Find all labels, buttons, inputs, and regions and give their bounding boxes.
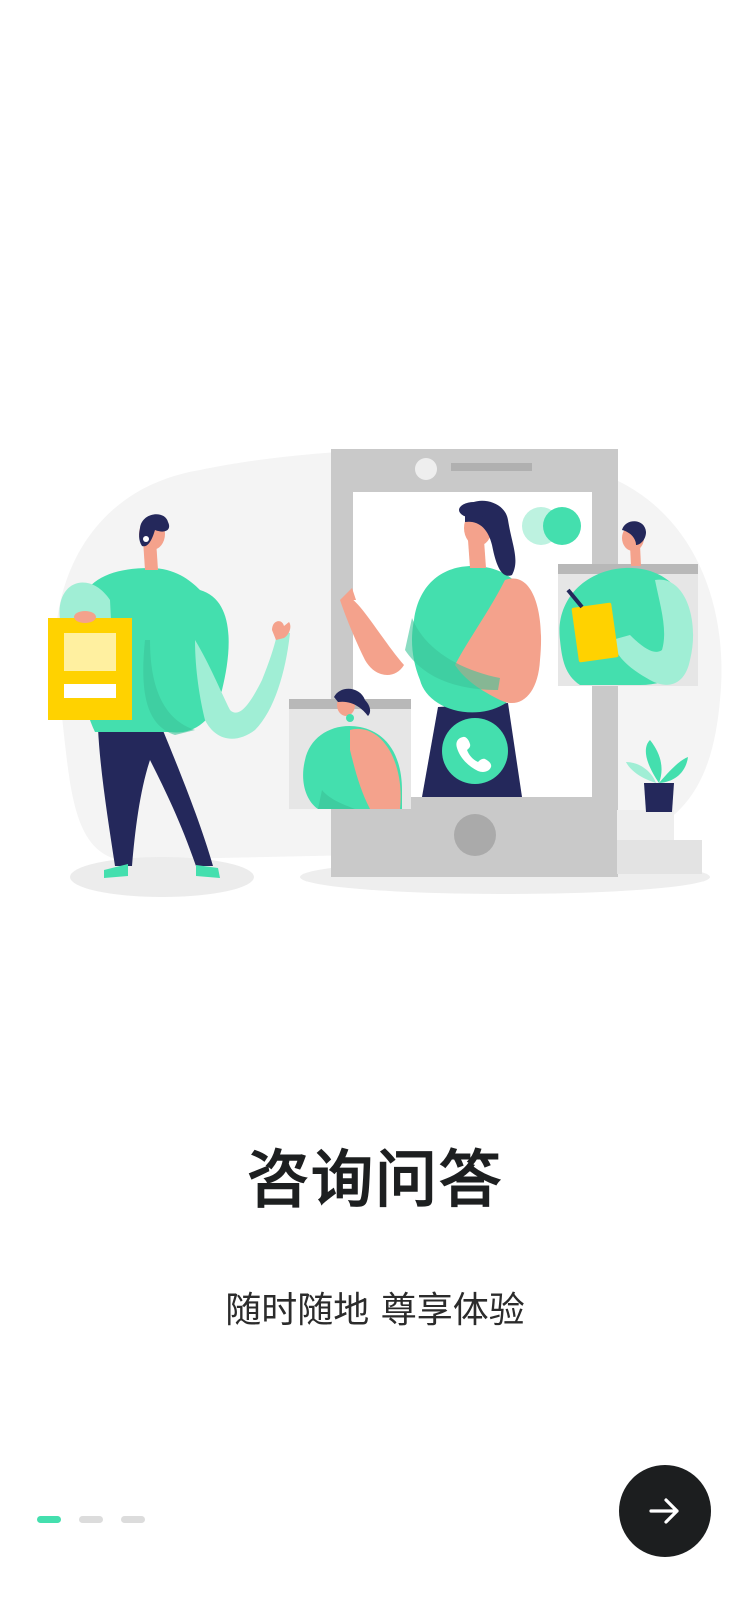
page-title: 咨询问答 <box>246 1143 503 1216</box>
page-indicator-dot <box>79 1516 103 1523</box>
arrow-right-icon <box>649 1498 679 1524</box>
page-subtitle: 随时随地 尊享体验 <box>225 1290 525 1331</box>
phone-call-icon <box>442 718 508 784</box>
page-indicator-dot-active <box>37 1516 61 1523</box>
consultation-illustration <box>48 449 722 897</box>
page-indicator <box>37 1516 145 1524</box>
next-button[interactable] <box>619 1465 711 1557</box>
ground-shadow-left <box>70 857 254 897</box>
bubble-accent <box>543 507 581 545</box>
page-indicator-dot <box>121 1516 145 1523</box>
video-window-left <box>289 688 411 809</box>
